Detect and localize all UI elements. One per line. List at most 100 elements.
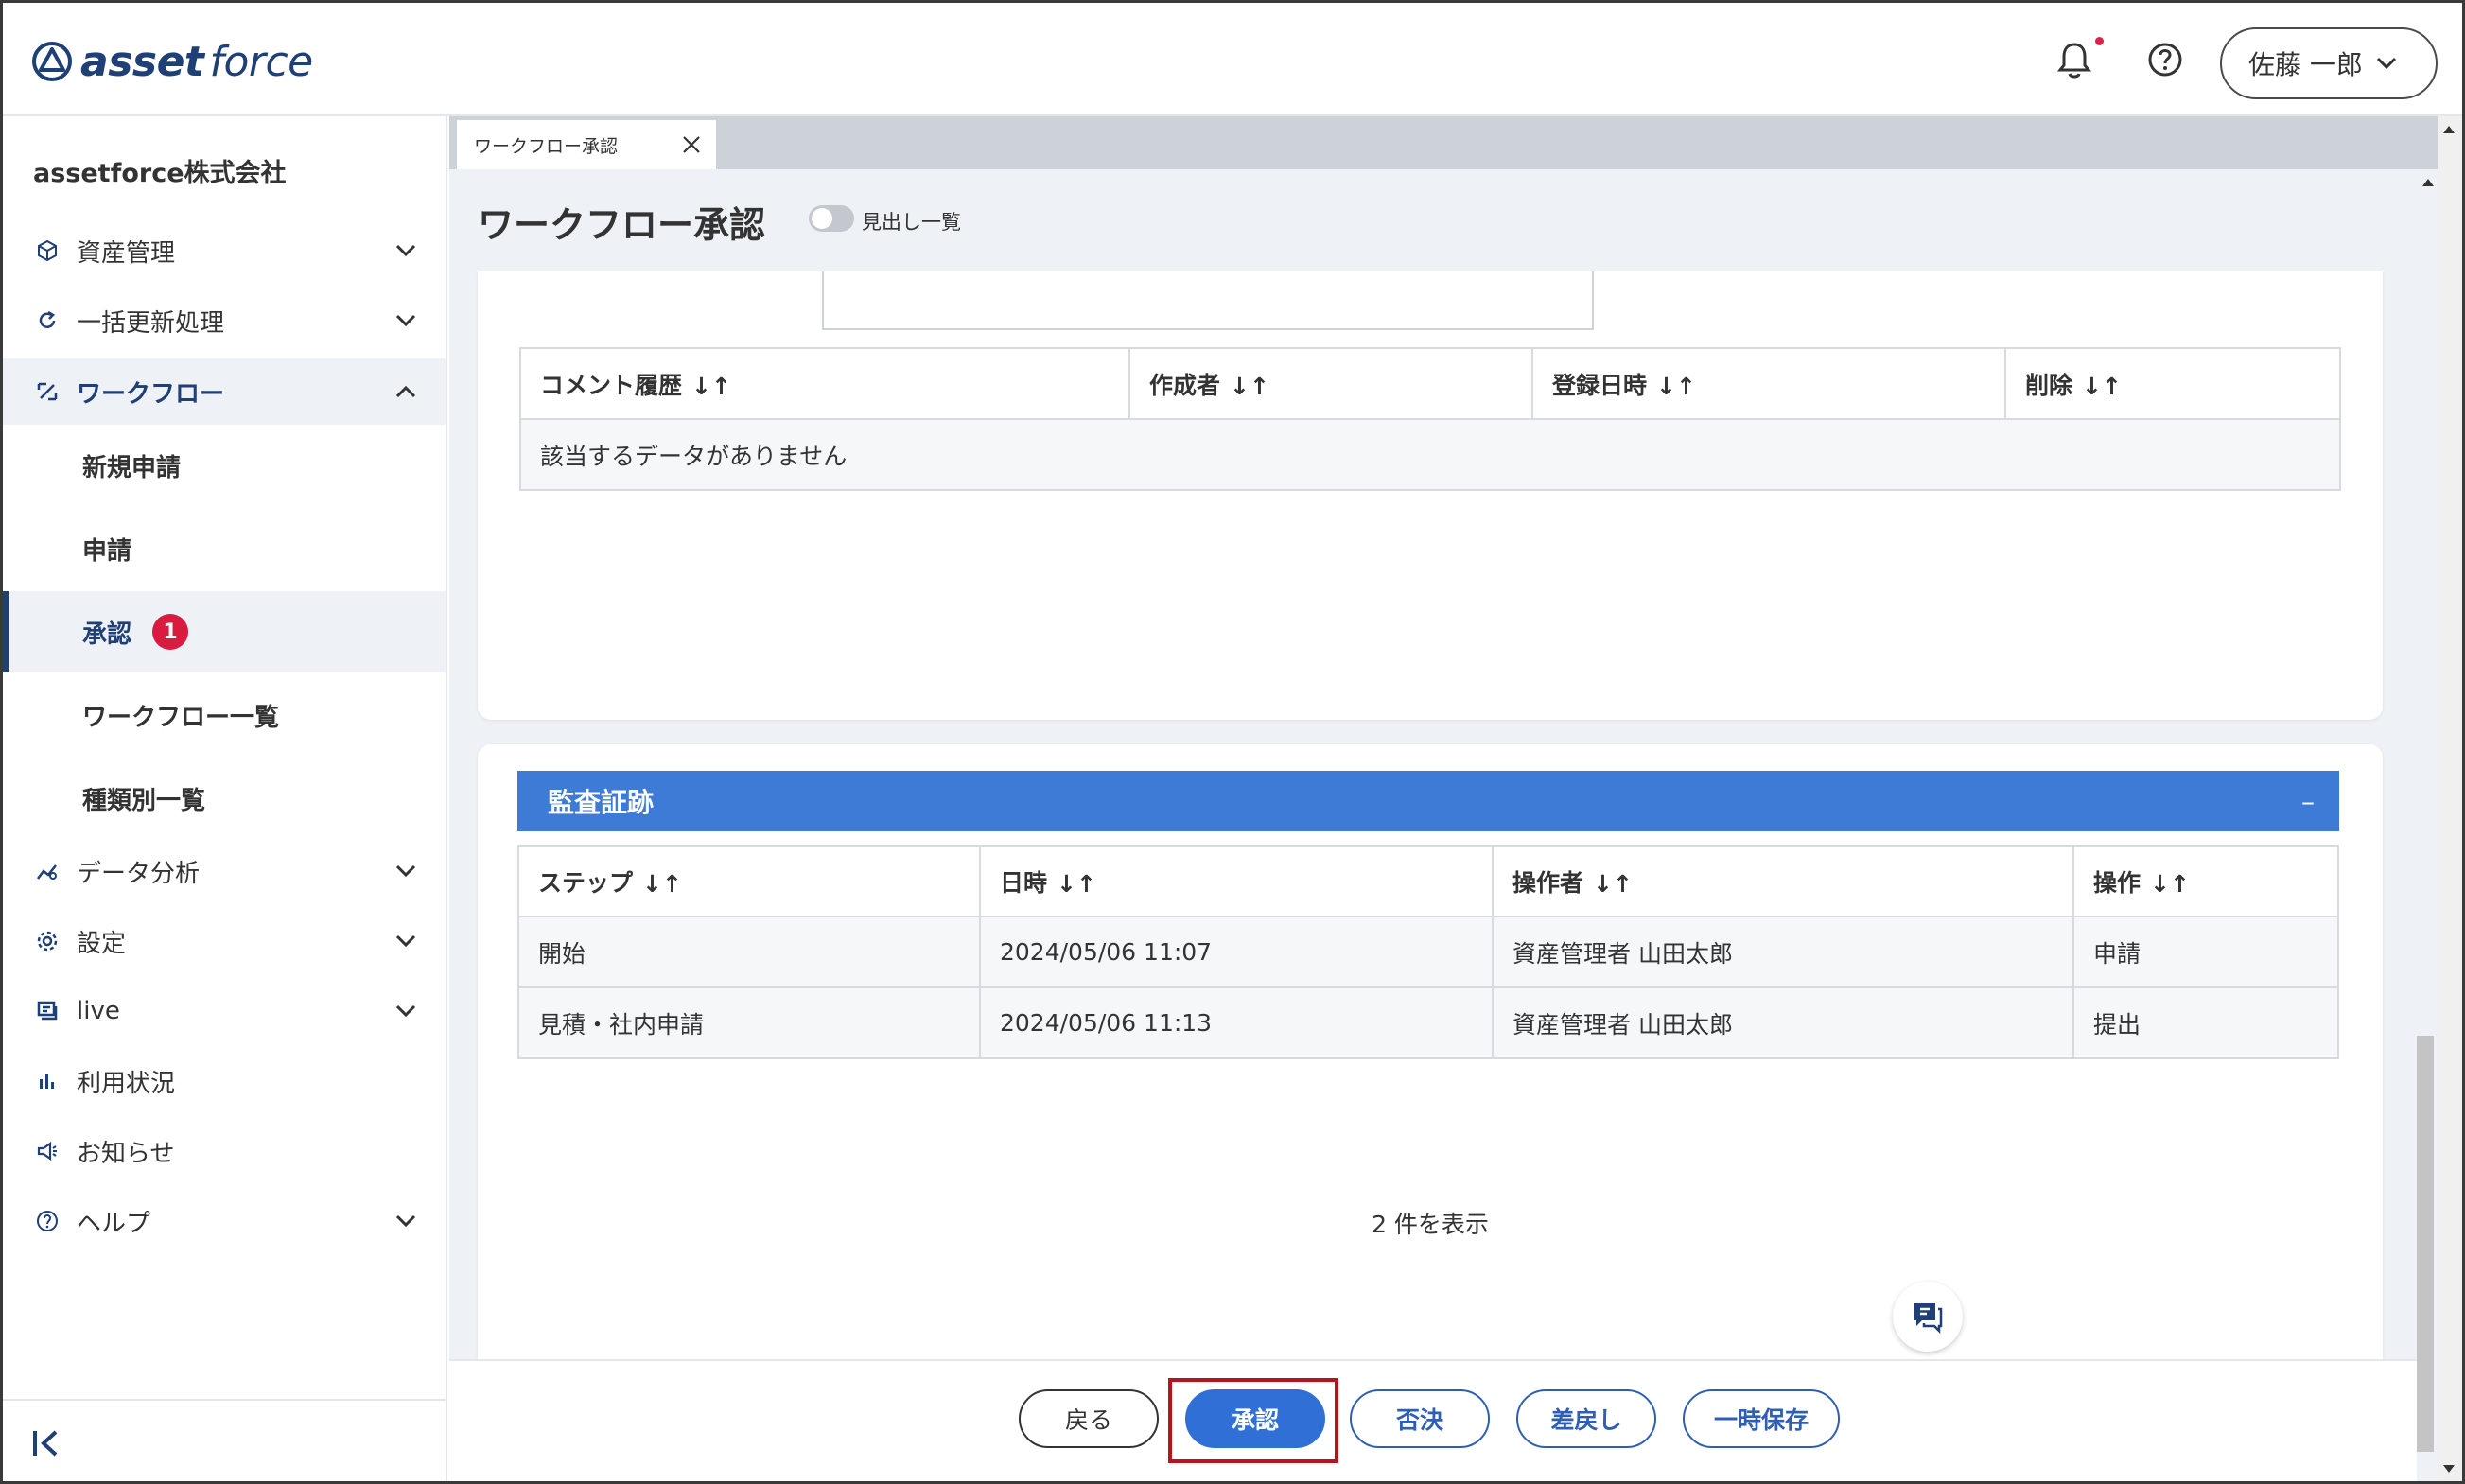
sidebar-subitem-workflow-list[interactable]: ワークフロー一覧	[3, 674, 446, 756]
sidebar-item-label: 利用状況	[77, 1069, 176, 1098]
page-header: ワークフロー承認 見出し一覧	[449, 169, 2417, 273]
sort-icon: ↓↑	[2082, 373, 2122, 400]
sidebar-item-asset-management[interactable]: 資産管理	[3, 220, 446, 281]
app-window: asset force 佐藤 一郎 assetforce株式会社 資産管理 一括更…	[0, 0, 2465, 1484]
sort-icon: ↓↑	[1656, 373, 1696, 400]
tab-bar: ワークフロー承認	[449, 116, 2438, 169]
chevron-down-icon	[395, 244, 416, 257]
help-icon[interactable]	[2146, 41, 2184, 79]
sidebar-subitem-new-request[interactable]: 新規申請	[3, 425, 446, 506]
comment-input[interactable]	[822, 271, 1594, 330]
sidebar-item-label: 資産管理	[77, 238, 176, 268]
sort-icon: ↓↑	[642, 870, 682, 898]
back-button[interactable]: 戻る	[1019, 1389, 1159, 1448]
sidebar-item-usage[interactable]: 利用状況	[3, 1051, 446, 1111]
column-header-registered-at[interactable]: 登録日時 ↓↑	[1531, 347, 2006, 420]
sidebar-subitem-requests[interactable]: 申請	[3, 508, 446, 589]
audit-trail-header[interactable]: 監査証跡 –	[517, 771, 2339, 831]
table-row: 見積・社内申請 2024/05/06 11:13 資産管理者 山田太郎 提出	[517, 986, 2339, 1059]
logo-text: asset force	[80, 37, 313, 86]
window-scrollbar[interactable]	[2438, 116, 2462, 1481]
scroll-up-arrow-icon[interactable]	[2422, 179, 2434, 186]
empty-message: 該当するデータがありません	[519, 418, 2341, 491]
send-back-button[interactable]: 差戻し	[1516, 1389, 1656, 1448]
heading-list-toggle[interactable]	[809, 205, 854, 232]
chevron-down-icon	[395, 314, 416, 327]
audit-trail-title: 監査証跡	[548, 787, 655, 818]
assetforce-logo[interactable]: asset force	[31, 33, 313, 90]
column-header-delete[interactable]: 削除 ↓↑	[2004, 347, 2341, 420]
sidebar-divider	[3, 1399, 446, 1401]
empty-row: 該当するデータがありません	[519, 418, 2341, 491]
column-header-operator[interactable]: 操作者 ↓↑	[1492, 845, 2074, 917]
content-scrollbar[interactable]	[2417, 169, 2438, 1481]
refresh-icon	[35, 308, 60, 333]
chevron-down-icon	[395, 1004, 416, 1018]
sidebar-item-label: 設定	[77, 929, 127, 958]
sidebar-item-label: お知らせ	[77, 1139, 175, 1168]
sort-icon: ↓↑	[1593, 870, 1633, 898]
reject-button[interactable]: 否決	[1350, 1389, 1490, 1448]
sort-icon: ↓↑	[2150, 870, 2190, 898]
bell-icon[interactable]	[2055, 39, 2093, 80]
scrollbar-thumb[interactable]	[2417, 1036, 2434, 1452]
main-content: ワークフロー承認 ワークフロー承認 見出し一覧 コメント履歴 ↓↑ 作成者 ↓↑ 登…	[449, 116, 2438, 1481]
sidebar-subitem-label: 申請	[82, 536, 132, 566]
user-menu-button[interactable]: 佐藤 一郎	[2220, 27, 2438, 99]
cell-datetime: 2024/05/06 11:07	[979, 916, 1494, 988]
scroll-up-arrow-icon[interactable]	[2443, 126, 2455, 133]
logo-mark-icon	[32, 42, 72, 81]
cell-step: 開始	[517, 916, 981, 988]
column-header-datetime[interactable]: 日時 ↓↑	[979, 845, 1494, 917]
cell-datetime: 2024/05/06 11:13	[979, 986, 1494, 1059]
sidebar-item-live[interactable]: live	[3, 981, 446, 1041]
cell-operator: 資産管理者 山田太郎	[1492, 986, 2074, 1059]
collapse-icon[interactable]: –	[2301, 786, 2315, 817]
column-header-operation[interactable]: 操作 ↓↑	[2072, 845, 2339, 917]
sidebar-subitem-label: ワークフロー一覧	[82, 703, 280, 732]
chat-button[interactable]	[1893, 1282, 1963, 1352]
chevron-up-icon	[395, 385, 416, 398]
sidebar-item-label: データ分析	[77, 859, 201, 888]
sort-icon: ↓↑	[1230, 373, 1269, 400]
sidebar-subitem-approval[interactable]: 承認 1	[3, 591, 446, 672]
action-footer: 戻る 承認 否決 差戻し 一時保存	[449, 1359, 2417, 1481]
notification-dot	[2095, 37, 2104, 45]
box-icon	[35, 238, 60, 263]
table-row: 開始 2024/05/06 11:07 資産管理者 山田太郎 申請	[517, 916, 2339, 988]
save-draft-button[interactable]: 一時保存	[1683, 1389, 1840, 1448]
sidebar: assetforce株式会社 資産管理 一括更新処理 ワークフロー 新規申請 申…	[3, 116, 447, 1481]
comment-card: コメント履歴 ↓↑ 作成者 ↓↑ 登録日時 ↓↑ 削除 ↓↑ 該当するデータがありません	[478, 271, 2383, 720]
sidebar-item-label: ワークフロー	[77, 379, 225, 409]
tab-workflow-approval[interactable]: ワークフロー承認	[457, 120, 716, 169]
help-icon	[35, 1209, 60, 1233]
chevron-down-icon	[395, 1214, 416, 1228]
approval-count-badge: 1	[152, 614, 189, 650]
sidebar-item-data-analysis[interactable]: データ分析	[3, 841, 446, 901]
sidebar-item-label: live	[77, 997, 120, 1025]
chat-icon	[1914, 1303, 1943, 1334]
column-header-author[interactable]: 作成者 ↓↑	[1128, 347, 1533, 420]
scroll-down-arrow-icon[interactable]	[2443, 1465, 2455, 1473]
company-name: assetforce株式会社	[33, 159, 287, 188]
sidebar-item-bulk-update[interactable]: 一括更新処理	[3, 290, 446, 351]
approve-button[interactable]: 承認	[1185, 1389, 1325, 1448]
top-header: asset force 佐藤 一郎	[3, 3, 2462, 116]
sidebar-subitem-label: 承認	[82, 620, 132, 649]
column-header-comment-history[interactable]: コメント履歴 ↓↑	[519, 347, 1130, 420]
sidebar-item-label: 一括更新処理	[77, 308, 225, 338]
cell-operation: 提出	[2072, 986, 2339, 1059]
column-header-step[interactable]: ステップ ↓↑	[517, 845, 981, 917]
gear-icon	[35, 929, 60, 953]
cell-operation: 申請	[2072, 916, 2339, 988]
close-icon[interactable]	[680, 133, 703, 156]
bar-chart-icon	[35, 1069, 60, 1093]
sidebar-item-settings[interactable]: 設定	[3, 911, 446, 971]
user-name: 佐藤 一郎	[2248, 49, 2363, 80]
sidebar-subitem-by-type-list[interactable]: 種類別一覧	[3, 758, 446, 839]
collapse-sidebar-icon[interactable]	[31, 1427, 63, 1459]
sidebar-item-workflow[interactable]: ワークフロー	[3, 358, 446, 425]
sidebar-item-announcements[interactable]: お知らせ	[3, 1121, 446, 1181]
megaphone-icon	[35, 1139, 60, 1163]
sidebar-item-help[interactable]: ヘルプ	[3, 1191, 446, 1251]
